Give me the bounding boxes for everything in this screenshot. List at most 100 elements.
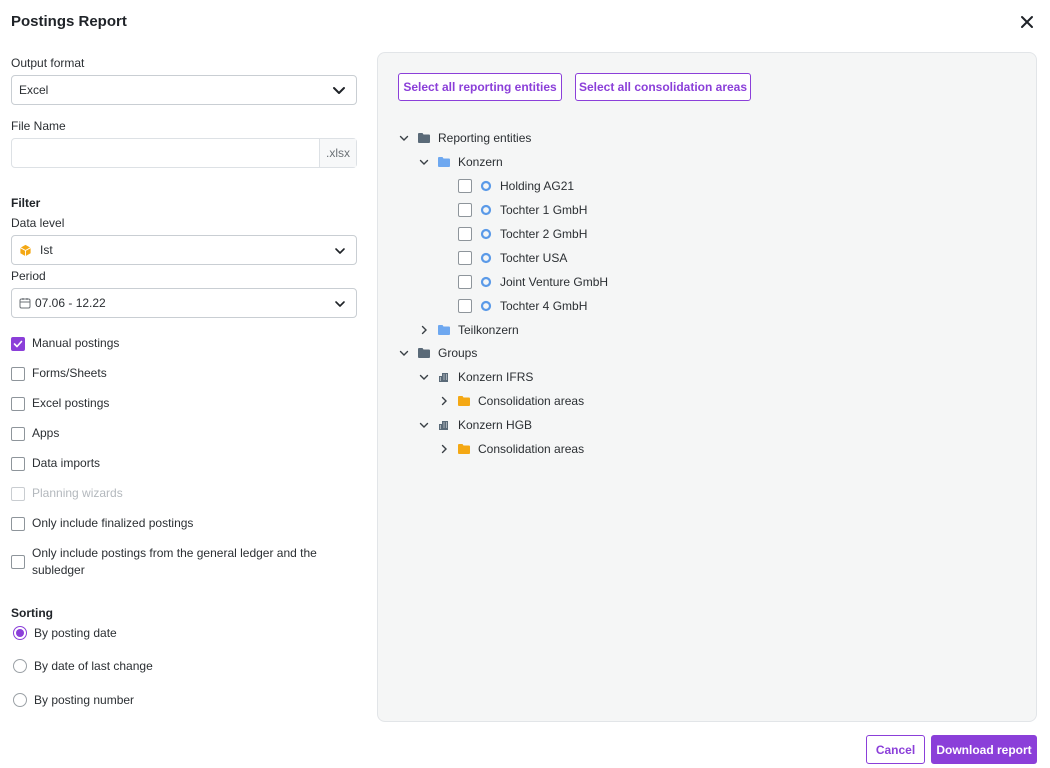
tree-node-label: Joint Venture GmbH [500, 275, 609, 289]
tree-node-label: Konzern IFRS [458, 370, 534, 384]
select-all-consolidation-areas-button[interactable]: Select all consolidation areas [575, 73, 751, 101]
chevron-down-icon [335, 248, 345, 254]
checkbox-box[interactable] [458, 299, 472, 313]
checkbox-label: Only include finalized postings [32, 516, 194, 530]
period-value: 07.06 - 12.22 [35, 296, 106, 310]
file-extension-suffix: .xlsx [319, 139, 356, 167]
tree-entity-tochter-2-gmbh[interactable]: Tochter 2 GmbH [458, 224, 587, 244]
checkbox-only-finalized[interactable]: Only include finalized postings [11, 515, 193, 532]
dialog-title: Postings Report [11, 13, 127, 30]
calendar-icon [19, 298, 31, 309]
checkbox-planning-wizards: Planning wizards [11, 485, 123, 502]
tree-node-label: Konzern HGB [458, 418, 533, 432]
entity-ring-icon [480, 180, 492, 192]
entity-ring-icon [480, 252, 492, 264]
tree-entity-tochter-4-gmbh[interactable]: Tochter 4 GmbH [458, 296, 587, 316]
tree-node-konzern[interactable]: Konzern [418, 152, 503, 172]
radio-by-posting-number[interactable]: By posting number [13, 693, 134, 707]
output-format-select[interactable]: Excel [11, 75, 357, 105]
entity-ring-icon [480, 204, 492, 216]
output-format-value: Excel [19, 83, 49, 97]
chevron-down-icon[interactable] [418, 419, 430, 431]
chevron-down-icon[interactable] [418, 371, 430, 383]
file-name-field-wrapper: .xlsx [11, 138, 357, 168]
tree-entity-tochter-1-gmbh[interactable]: Tochter 1 GmbH [458, 200, 587, 220]
radio-button[interactable] [13, 626, 27, 640]
chevron-right-icon[interactable] [438, 395, 450, 407]
radio-button[interactable] [13, 693, 27, 707]
radio-label: By posting date [34, 626, 117, 640]
period-select[interactable]: 07.06 - 12.22 [11, 288, 357, 318]
tree-node-label: Tochter 4 GmbH [500, 299, 588, 313]
radio-by-date-of-last-change[interactable]: By date of last change [13, 659, 153, 673]
chevron-down-icon[interactable] [398, 347, 410, 359]
tree-node-groups[interactable]: Groups [398, 343, 477, 363]
checkbox-label: Only include postings from the general l… [32, 546, 317, 577]
entity-ring-icon [480, 276, 492, 288]
download-report-button[interactable]: Download report [931, 735, 1037, 764]
period-label: Period [11, 269, 46, 283]
checkbox-apps[interactable]: Apps [11, 425, 59, 442]
tree-node-reporting-entities[interactable]: Reporting entities [398, 128, 531, 148]
checkbox-box[interactable] [458, 227, 472, 241]
checkbox-box[interactable] [11, 426, 25, 441]
data-level-value: Ist [40, 243, 53, 257]
folder-icon [438, 325, 450, 335]
file-name-label: File Name [11, 119, 66, 133]
tree-node-konzern-ifrs[interactable]: Konzern IFRS [418, 367, 533, 387]
checkbox-excel-postings[interactable]: Excel postings [11, 395, 109, 412]
checkbox-box[interactable] [458, 179, 472, 193]
tree-entity-joint-venture-gmbh[interactable]: Joint Venture GmbH [458, 272, 608, 292]
checkbox-general-ledger[interactable]: Only include postings from the general l… [11, 545, 331, 579]
tree-node-consolidation-areas-hgb[interactable]: Consolidation areas [438, 439, 584, 459]
cancel-button[interactable]: Cancel [866, 735, 925, 764]
checkbox-box[interactable] [11, 396, 25, 411]
checkbox-forms-sheets[interactable]: Forms/Sheets [11, 365, 107, 382]
chevron-down-icon[interactable] [398, 132, 410, 144]
tree-node-label: Tochter USA [500, 251, 568, 265]
chevron-right-icon[interactable] [438, 443, 450, 455]
checkbox-box[interactable] [458, 251, 472, 265]
checkbox-label: Manual postings [32, 336, 120, 350]
checkbox-box[interactable] [458, 203, 472, 217]
data-level-label: Data level [11, 216, 65, 230]
tree-node-label: Reporting entities [438, 131, 532, 145]
tree-node-consolidation-areas-ifrs[interactable]: Consolidation areas [438, 391, 584, 411]
checkbox-box[interactable] [11, 555, 25, 569]
filter-heading: Filter [11, 196, 41, 210]
select-all-reporting-entities-button[interactable]: Select all reporting entities [398, 73, 562, 101]
chevron-down-icon [335, 301, 345, 307]
tree-node-konzern-hgb[interactable]: Konzern HGB [418, 415, 532, 435]
folder-icon [418, 133, 430, 143]
tree-entity-holding-ag21[interactable]: Holding AG21 [458, 176, 574, 196]
checkbox-box[interactable] [11, 366, 25, 381]
chevron-down-icon[interactable] [418, 156, 430, 168]
tree-node-teilkonzern[interactable]: Teilkonzern [418, 320, 519, 340]
tree-node-label: Tochter 1 GmbH [500, 203, 588, 217]
checkbox-data-imports[interactable]: Data imports [11, 455, 100, 472]
data-level-select[interactable]: Ist [11, 235, 357, 265]
checkbox-label: Excel postings [32, 396, 110, 410]
folder-icon [438, 157, 450, 167]
sorting-heading: Sorting [11, 606, 53, 620]
checkbox-manual-postings[interactable]: Manual postings [11, 335, 119, 352]
radio-by-posting-date[interactable]: By posting date [13, 626, 117, 640]
checkbox-label: Forms/Sheets [32, 366, 107, 380]
building-icon [439, 421, 448, 430]
checkbox-label: Planning wizards [32, 486, 123, 500]
checkbox-box[interactable] [458, 275, 472, 289]
radio-label: By posting number [34, 693, 135, 707]
tree-node-label: Teilkonzern [458, 323, 519, 337]
tree-entity-tochter-usa[interactable]: Tochter USA [458, 248, 567, 268]
checkbox-box[interactable] [11, 456, 25, 471]
checkbox-box[interactable] [11, 516, 25, 531]
close-icon[interactable] [1018, 13, 1036, 31]
checkmark-icon [13, 340, 23, 347]
checkbox-box[interactable] [11, 336, 25, 351]
tree-node-label: Holding AG21 [500, 179, 575, 193]
tree-node-label: Consolidation areas [478, 394, 585, 408]
radio-button[interactable] [13, 659, 27, 673]
file-name-input[interactable] [12, 139, 320, 167]
building-icon [439, 373, 448, 382]
chevron-right-icon[interactable] [418, 324, 430, 336]
